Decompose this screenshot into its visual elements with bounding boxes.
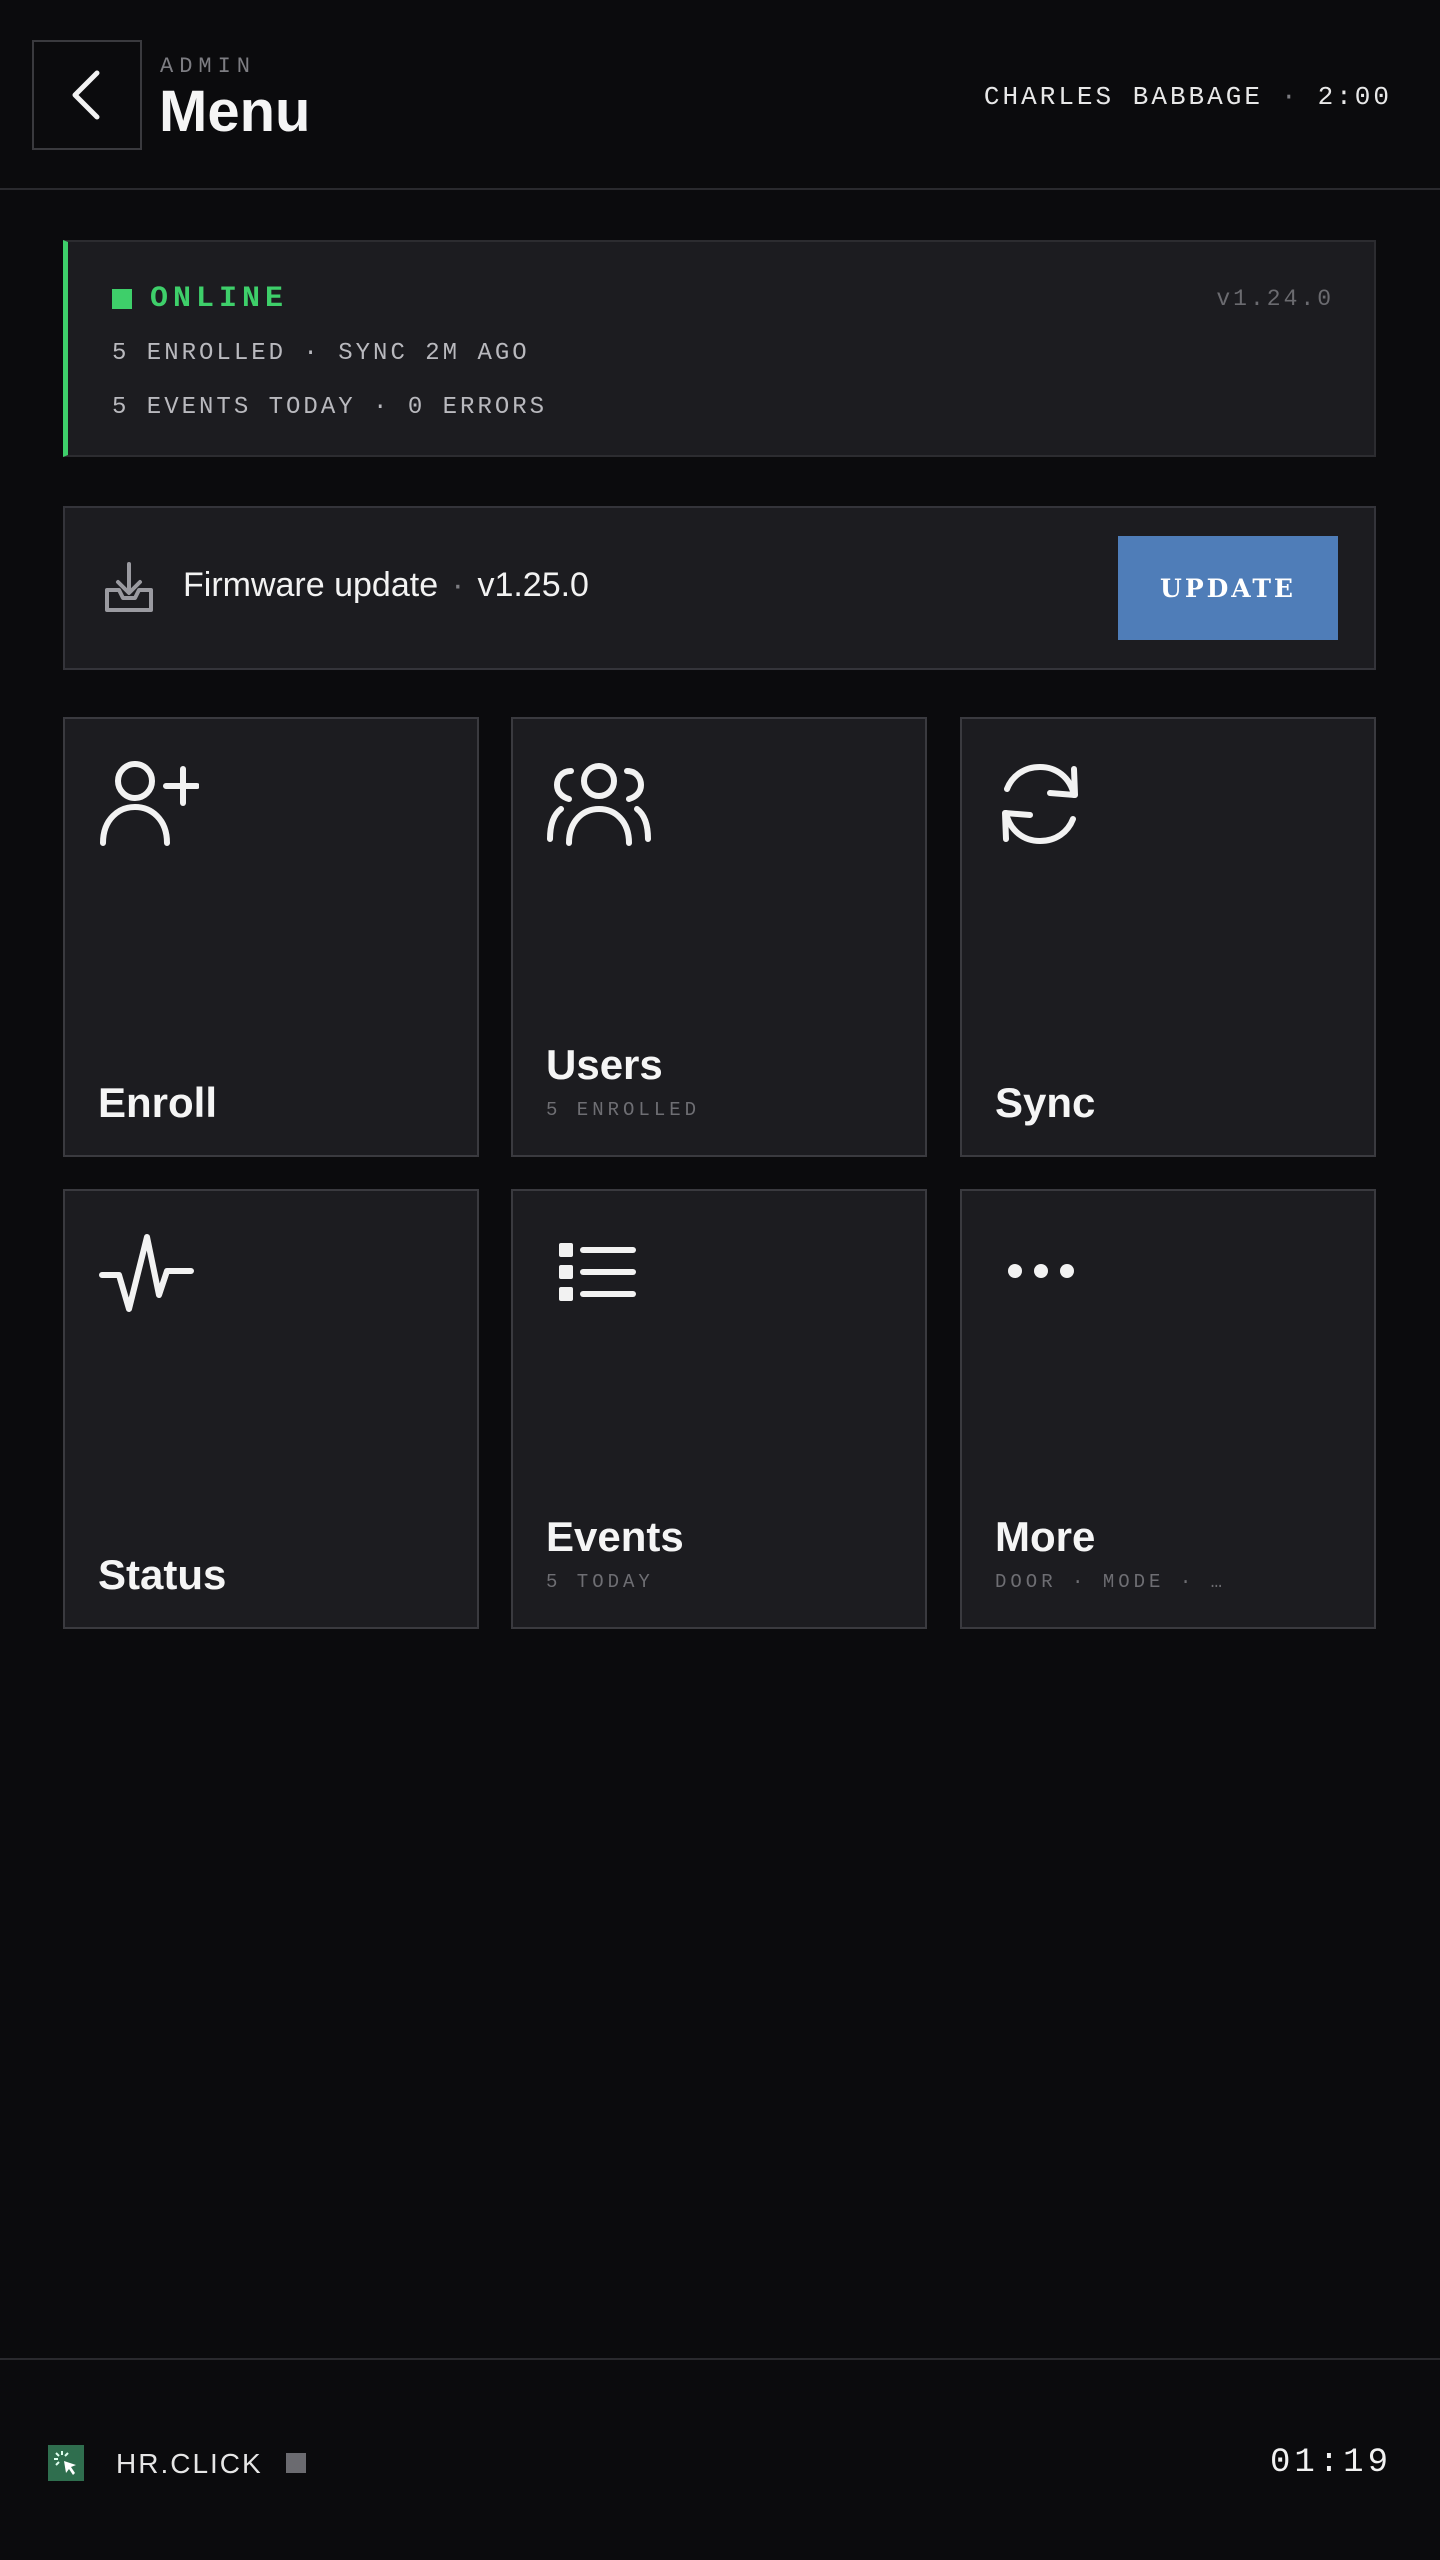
tile-sublabel: 5 ENROLLED <box>546 1099 701 1121</box>
firmware-label: Firmware update <box>183 566 439 604</box>
user-plus-icon <box>100 761 199 846</box>
user-name: CHARLES BABBAGE <box>983 82 1263 112</box>
tile-events[interactable]: Events 5 TODAY <box>511 1189 927 1629</box>
online-indicator: ONLINE <box>112 282 288 316</box>
refresh-icon <box>1002 763 1078 845</box>
separator: · <box>452 566 464 604</box>
tile-more[interactable]: More DOOR · MODE · … <box>960 1189 1376 1629</box>
page-title: Menu <box>159 79 311 144</box>
status-state: ONLINE <box>150 282 289 316</box>
page-kicker: ADMIN <box>160 54 257 79</box>
tile-users[interactable]: Users 5 ENROLLED <box>511 717 927 1157</box>
chevron-left-icon <box>72 70 100 120</box>
back-button[interactable] <box>32 40 142 150</box>
tile-enroll[interactable]: Enroll <box>63 717 479 1157</box>
users-icon <box>547 763 651 846</box>
tile-label: Status <box>98 1551 227 1598</box>
header: ADMIN Menu CHARLES BABBAGE · 2:00 <box>0 0 1440 190</box>
tile-label: More <box>995 1513 1096 1560</box>
user-info: CHARLES BABBAGE · 2:00 <box>984 82 1392 112</box>
footer-clock: 01:19 <box>1269 2444 1392 2482</box>
firmware-version: v1.25.0 <box>477 566 589 604</box>
tile-label: Users <box>546 1041 663 1088</box>
status-panel: ONLINE v1.24.0 5 ENROLLED · SYNC 2M AGO … <box>63 240 1376 457</box>
connection-indicator <box>286 2453 306 2473</box>
firmware-update-banner: Firmware update · v1.25.0 UPDATE <box>63 506 1376 670</box>
brand-name: HR.CLICK <box>116 2448 263 2479</box>
brand-logo <box>48 2445 84 2481</box>
firmware-text: Firmware update · v1.25.0 <box>183 566 589 605</box>
footer: HR.CLICK 01:19 <box>0 2358 1440 2560</box>
list-icon <box>559 1243 636 1301</box>
update-button[interactable]: UPDATE <box>1118 536 1338 640</box>
tile-sync[interactable]: Sync <box>960 717 1376 1157</box>
header-time: 2:00 <box>1317 82 1392 112</box>
status-line-enrolled: 5 ENROLLED · SYNC 2M AGO <box>112 340 530 367</box>
tile-sublabel: 5 TODAY <box>546 1571 654 1593</box>
tile-label: Enroll <box>98 1079 218 1126</box>
separator: · <box>1280 82 1300 112</box>
tile-status[interactable]: Status <box>63 1189 479 1629</box>
status-square <box>112 289 132 309</box>
current-version: v1.24.0 <box>1216 286 1334 312</box>
download-icon <box>105 562 153 612</box>
activity-icon <box>99 1234 194 1312</box>
cursor-click-icon <box>54 2451 76 2475</box>
status-line-events: 5 EVENTS TODAY · 0 ERRORS <box>112 394 548 421</box>
more-icon <box>1008 1264 1074 1278</box>
tile-sublabel: DOOR · MODE · … <box>995 1571 1227 1593</box>
tile-label: Events <box>546 1513 684 1560</box>
tile-label: Sync <box>995 1079 1096 1126</box>
